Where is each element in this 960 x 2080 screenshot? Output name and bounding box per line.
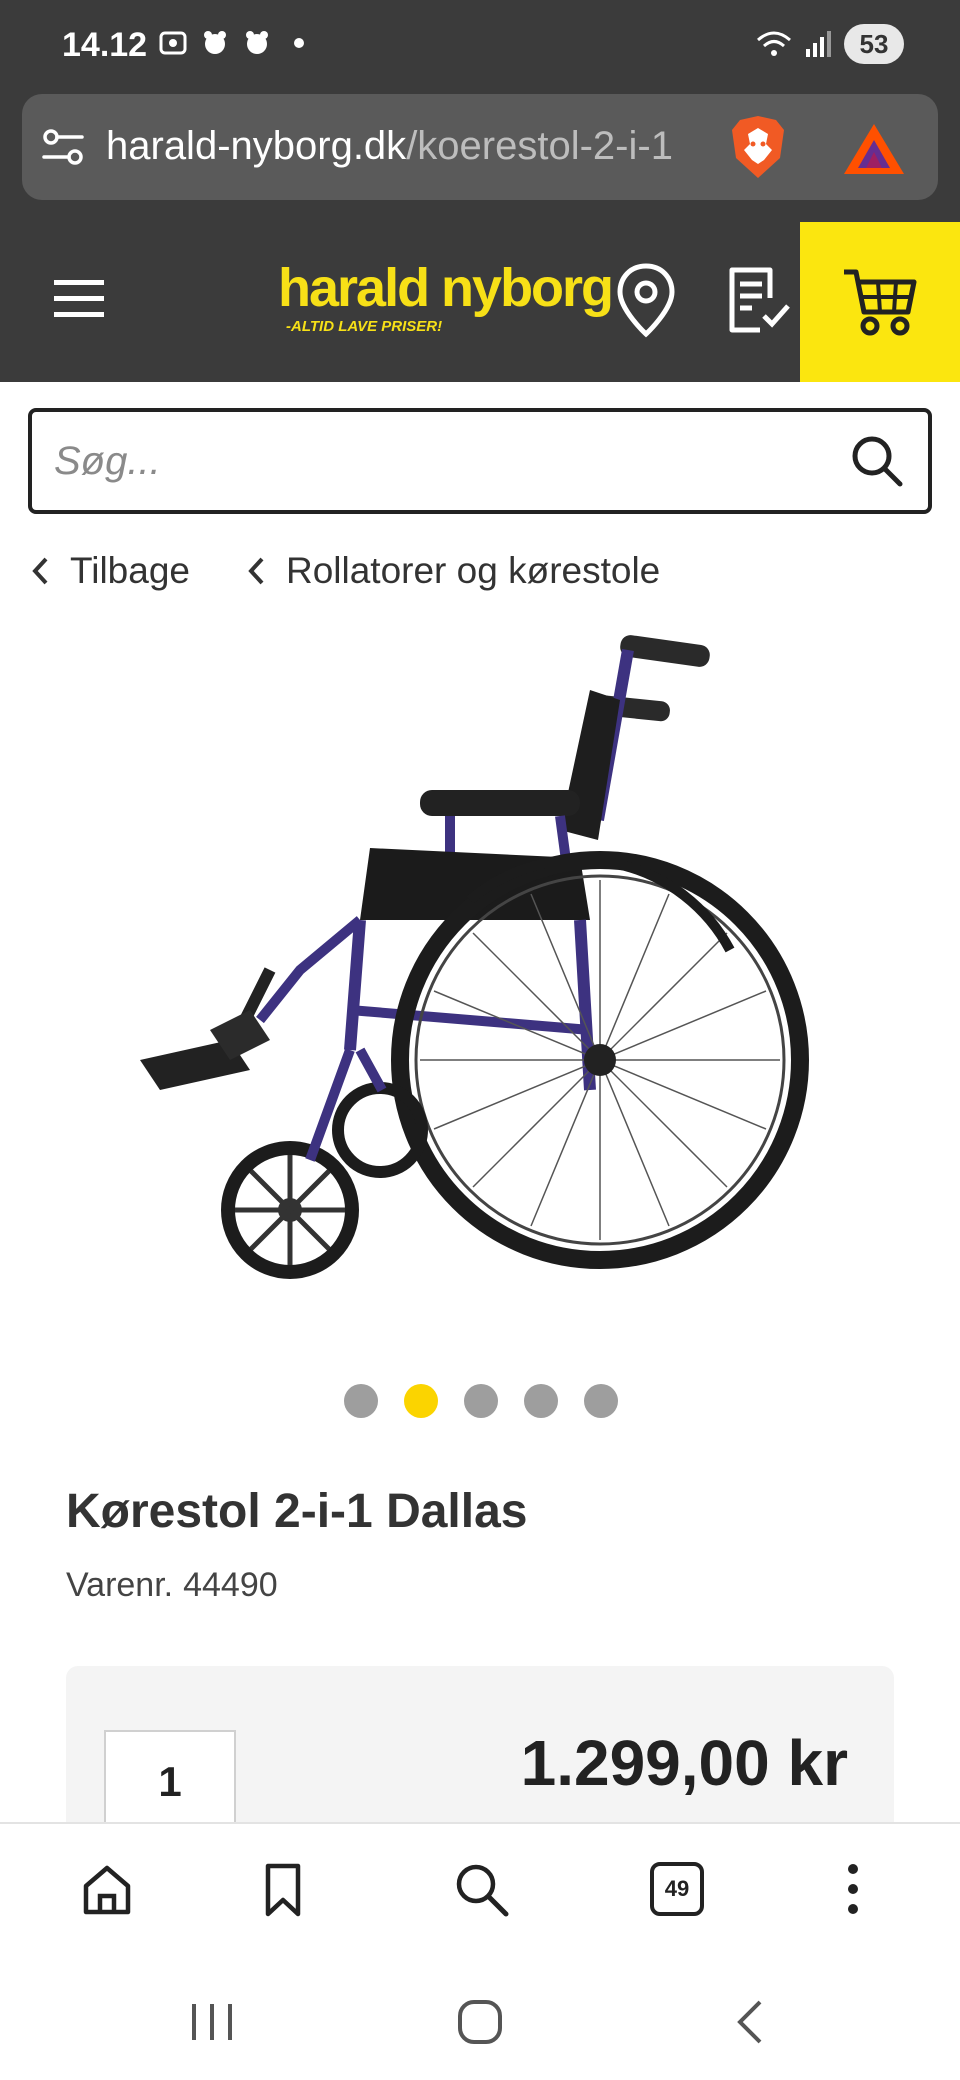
site-search <box>28 408 932 514</box>
search-input[interactable] <box>54 412 834 510</box>
back-link[interactable]: Tilbage <box>30 550 190 592</box>
sku-value: 44490 <box>183 1566 278 1604</box>
url-text[interactable]: harald-nyborg.dk/koerestol-2-i-1 <box>106 124 726 169</box>
notification-icons <box>158 28 304 58</box>
product-sku: Varenr. 44490 <box>66 1566 278 1605</box>
logo-wordmark: harald nyborg <box>278 258 614 318</box>
browser-toolbar: harald-nyborg.dk/koerestol-2-i-1 <box>0 92 960 222</box>
status-bar: 14.12 53 <box>0 0 960 92</box>
more-notifications-dot <box>294 38 304 48</box>
hamburger-icon[interactable] <box>50 274 110 324</box>
carousel-dot-4[interactable] <box>524 1384 558 1418</box>
home-icon[interactable] <box>78 1860 136 1918</box>
back-label: Tilbage <box>70 550 190 591</box>
shopping-cart-icon <box>844 269 917 336</box>
carousel-dot-3[interactable] <box>464 1384 498 1418</box>
cart-button[interactable] <box>800 222 960 382</box>
bookmark-icon[interactable] <box>254 1860 312 1918</box>
carousel-dot-5[interactable] <box>584 1384 618 1418</box>
checklist-icon[interactable] <box>720 264 792 336</box>
brave-shields-icon[interactable] <box>728 114 788 180</box>
product-price: 1.299,00 kr <box>520 1727 848 1799</box>
back-icon[interactable] <box>724 1994 780 2050</box>
brave-rewards-icon[interactable] <box>842 122 906 176</box>
chevron-left-icon <box>248 557 264 585</box>
chevron-left-icon <box>32 557 48 585</box>
product-image[interactable] <box>120 620 840 1300</box>
system-navigation-bar <box>0 1954 960 2080</box>
browser-bottom-toolbar: 49 <box>0 1822 960 1954</box>
battery-indicator: 53 <box>844 24 904 64</box>
address-bar[interactable]: harald-nyborg.dk/koerestol-2-i-1 <box>22 94 938 200</box>
product-title: Kørestol 2-i-1 Dallas <box>66 1485 528 1538</box>
tab-switcher-button[interactable]: 49 <box>650 1862 704 1916</box>
system-icons: 53 <box>754 24 904 64</box>
carousel-dot-1[interactable] <box>344 1384 378 1418</box>
category-link[interactable]: Rollatorer og kørestole <box>246 550 660 592</box>
breadcrumb: Tilbage Rollatorer og kørestole <box>30 546 660 596</box>
home-button-icon[interactable] <box>452 1994 508 2050</box>
more-vertical-icon[interactable] <box>824 1860 882 1918</box>
search-icon[interactable] <box>452 1860 510 1918</box>
screenshot-icon <box>158 28 188 58</box>
app-notification-icon-2 <box>242 28 272 58</box>
quantity-input[interactable]: 1 <box>104 1730 236 1826</box>
carousel-dot-2-active[interactable] <box>404 1384 438 1418</box>
site-settings-icon[interactable] <box>40 124 86 170</box>
sku-label: Varenr. <box>66 1566 174 1604</box>
wifi-icon <box>757 31 791 56</box>
signal-icon <box>806 31 831 57</box>
site-header: harald nyborg -ALTID LAVE PRISER! <box>0 222 960 382</box>
location-pin-icon[interactable] <box>612 262 680 338</box>
status-time: 14.12 <box>62 26 148 64</box>
recent-apps-icon[interactable] <box>184 1994 240 2050</box>
logo-tagline: -ALTID LAVE PRISER! <box>286 318 443 335</box>
search-icon[interactable] <box>850 434 904 488</box>
url-path: /koerestol-2-i-1 <box>406 124 673 168</box>
purchase-panel: 1 1.299,00 kr <box>66 1666 894 1826</box>
app-notification-icon <box>200 28 230 58</box>
category-label: Rollatorer og kørestole <box>285 550 661 591</box>
site-logo[interactable]: harald nyborg -ALTID LAVE PRISER! <box>278 258 614 348</box>
url-domain: harald-nyborg.dk <box>106 124 407 168</box>
image-carousel-dots <box>344 1384 618 1418</box>
